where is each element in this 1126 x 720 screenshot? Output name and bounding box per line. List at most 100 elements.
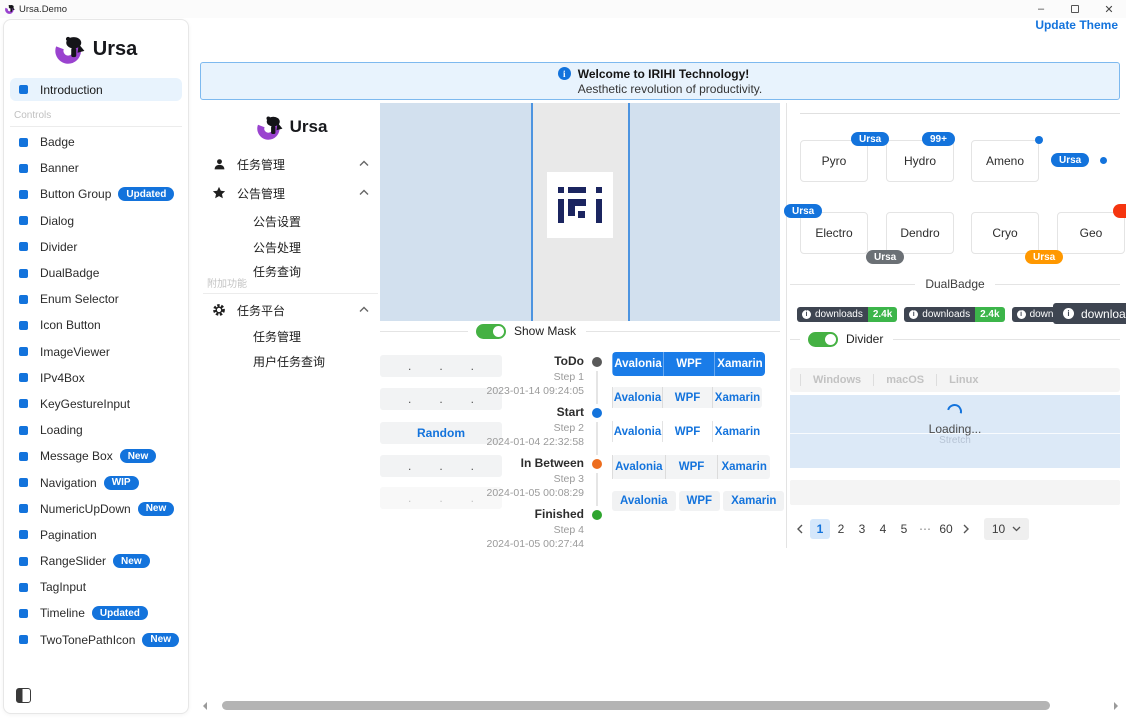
group-button[interactable]: Xamarin [723,491,784,511]
sidebar-item[interactable]: Navigation WIP [4,469,188,495]
sidebar-item[interactable]: Button Group Updated [4,181,188,207]
page-button[interactable]: 60 [936,519,956,539]
group-button[interactable]: Xamarin [717,455,770,479]
sidebar-item[interactable]: Dialog [4,208,188,234]
update-theme-button[interactable]: Update Theme [1035,18,1118,36]
maximize-button[interactable] [1058,0,1092,18]
demo-nav-logo: Ursa [203,103,381,143]
page-button[interactable]: 1 [810,519,830,539]
sidebar-item-label: TwoTonePathIcon [40,633,135,647]
ipv4-separator: . [408,493,411,503]
page-button[interactable]: 2 [831,519,851,539]
sidebar-item[interactable]: RangeSlider New [4,548,188,574]
ipv4-separator: . [408,394,411,404]
timeline-time: 2024-01-05 00:27:44 [470,538,584,550]
sidebar-item[interactable]: Pagination [4,522,188,548]
sidebar-item[interactable]: TagInput [4,574,188,600]
scroll-right-icon[interactable] [1114,702,1118,710]
irihi-pixel-logo [558,187,602,223]
timeline-step: Step 1 [470,371,584,383]
sidebar-item[interactable]: Enum Selector [4,286,188,312]
sidebar-item[interactable]: Timeline Updated [4,600,188,626]
sidebar-item[interactable]: Loading [4,417,188,443]
status-badge: New [120,449,157,463]
sidebar-item[interactable]: IPv4Box [4,365,188,391]
close-button[interactable]: ✕ [1092,0,1126,18]
chevron-up-icon [359,306,369,313]
bullet-icon [19,530,28,539]
dual-badge-label: download [1081,307,1126,321]
pagination: 12345⋯60 10 [791,518,1029,540]
bullet-icon [19,164,28,173]
nav-item-notice-process[interactable]: 公告处理 [203,236,381,258]
sidebar-item[interactable]: ImageViewer [4,339,188,365]
bullet-icon [19,557,28,566]
group-button[interactable]: Avalonia [612,352,663,376]
bullet-icon [19,269,28,278]
image-viewer[interactable] [380,103,780,321]
group-button[interactable]: WPF [665,455,718,479]
group-button[interactable]: Xamarin [712,387,762,408]
divider-toggle[interactable] [808,332,838,347]
nav-item-notice-settings[interactable]: 公告设置 [203,210,381,232]
badge-card-electro: Electro [800,212,868,254]
sidebar-item-introduction[interactable]: Introduction [10,78,182,101]
nav-item-label: 公告管理 [237,185,285,202]
sidebar-item[interactable]: Divider [4,234,188,260]
sidebar-item[interactable]: KeyGestureInput [4,391,188,417]
group-button[interactable]: WPF [679,491,721,511]
next-page-icon[interactable] [957,519,975,539]
scrollbar-thumb[interactable] [222,701,1050,710]
minimize-button[interactable]: – [1024,0,1058,18]
sidebar-item[interactable]: NumericUpDown New [4,496,188,522]
nav-item-task-mgmt[interactable]: 任务管理 [203,153,381,175]
collapse-sidebar-icon[interactable] [16,688,31,703]
sidebar-item-label: Icon Button [40,318,101,332]
badge-card-cryo: Cryo [971,212,1039,254]
horizontal-scrollbar[interactable] [195,700,1126,712]
page-button[interactable]: ⋯ [915,519,935,539]
sidebar-item-label: IPv4Box [40,371,85,385]
sidebar-item[interactable]: TwoTonePathIcon New [4,627,188,653]
nav-item-label: 用户任务查询 [253,353,325,370]
group-button[interactable]: Avalonia [612,387,662,408]
sidebar-item-label: Loading [40,423,83,437]
page-button[interactable]: 3 [852,519,872,539]
group-button[interactable]: WPF [663,352,714,376]
page-size-select[interactable]: 10 [984,518,1029,540]
dual-badge: i downloads 2.4k [797,307,897,322]
chevron-up-icon [359,189,369,196]
sidebar-section-controls: Controls [10,105,182,127]
group-button[interactable]: Xamarin [714,352,765,376]
nav-item-notice-mgmt[interactable]: 公告管理 [203,182,381,204]
badge-ursa: Ursa [851,132,889,146]
timeline-title: ToDo [470,355,584,368]
sidebar-item-label: NumericUpDown [40,502,131,516]
scroll-left-icon[interactable] [203,702,207,710]
group-button[interactable]: WPF [662,387,712,408]
group-button[interactable]: Xamarin [712,421,762,442]
badge-ursa-grey: Ursa [866,250,904,264]
sidebar-item[interactable]: Icon Button [4,312,188,338]
page-button[interactable]: 4 [873,519,893,539]
sidebar-item-label: Introduction [40,83,103,97]
sidebar-item[interactable]: DualBadge [4,260,188,286]
group-button[interactable]: Avalonia [612,455,665,479]
divider-demo-row: Divider [790,331,1120,347]
nav-item-user-task-query[interactable]: 用户任务查询 [203,350,381,372]
sidebar-item[interactable]: Badge [4,129,188,155]
bullet-icon [19,426,28,435]
nav-item-task-platform[interactable]: 任务平台 [203,299,381,321]
group-button[interactable]: Avalonia [612,421,662,442]
group-button[interactable]: WPF [662,421,712,442]
page-button[interactable]: 5 [894,519,914,539]
show-mask-toggle[interactable] [476,324,506,339]
sidebar-item[interactable]: Banner [4,155,188,181]
disabled-button: Linux [936,374,990,386]
prev-page-icon[interactable] [791,519,809,539]
sidebar-item[interactable]: Message Box New [4,443,188,469]
app-logo-icon [5,4,15,14]
badge-card-pyro: Pyro [800,140,868,182]
group-button[interactable]: Avalonia [612,491,676,511]
nav-item-task-mgmt-child[interactable]: 任务管理 [203,325,381,347]
